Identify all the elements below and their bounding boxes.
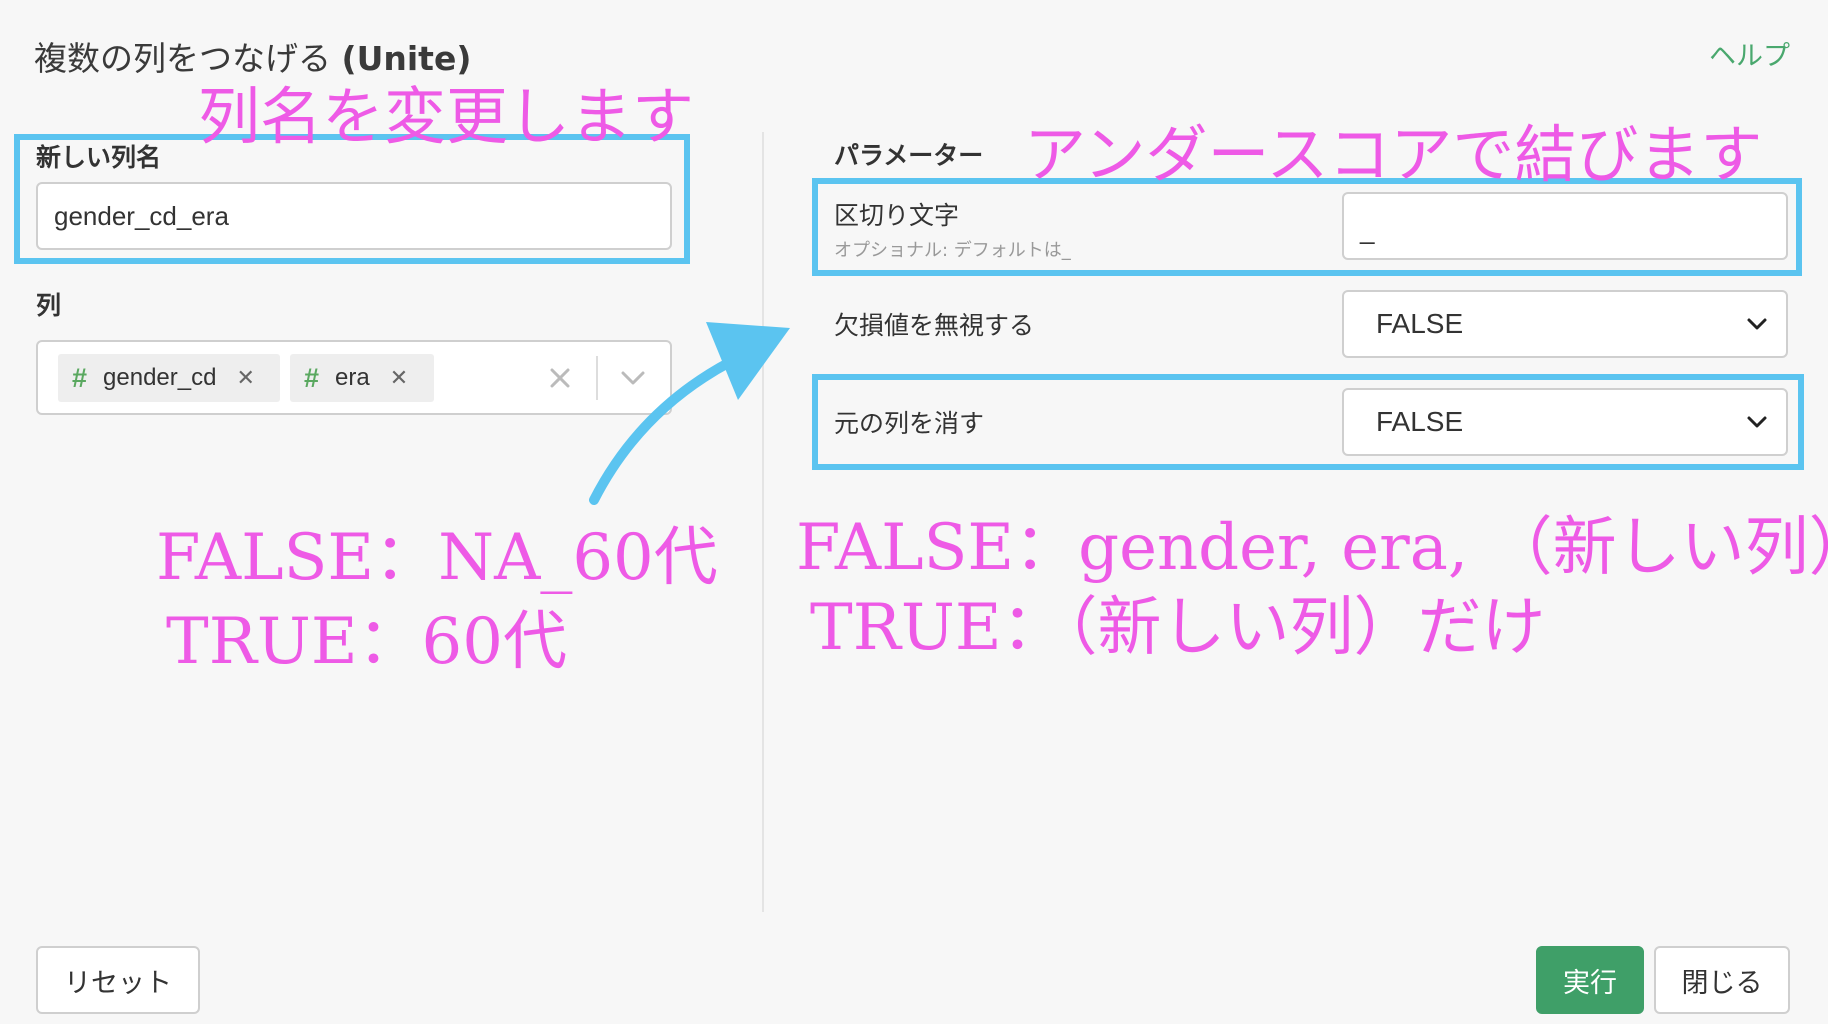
ignore-na-value: FALSE [1376,308,1464,339]
highlight-remove-original [812,374,1804,470]
columns-label: 列 [36,291,62,320]
ignore-na-label: 欠損値を無視する [834,311,1035,340]
columns-multiselect[interactable]: # gender_cd ✕ # era ✕ [36,340,672,415]
annotation-rename: 列名を変更します [198,80,695,153]
annotation-underscore: アンダースコアで結びます [1024,118,1763,191]
numeric-type-icon: # [72,362,88,393]
remove-tag-icon[interactable]: ✕ [236,365,254,391]
remove-tag-icon[interactable]: ✕ [390,365,408,391]
run-button[interactable]: 実行 [1536,946,1644,1014]
close-button[interactable]: 閉じる [1654,946,1790,1014]
column-tag-label: gender_cd [103,364,217,391]
panel-divider [762,132,764,912]
help-link[interactable]: ヘルプ [1709,34,1790,73]
clear-all-icon[interactable] [548,366,572,390]
ignore-na-select[interactable]: FALSE [1342,290,1788,358]
parameters-heading: パラメーター [834,141,984,170]
reset-button[interactable]: リセット [36,946,200,1014]
annotation-arrow-icon [589,322,790,505]
annotation-remove-true: TRUE：（新しい列）だけ [810,591,1546,665]
column-tag-era: # era ✕ [290,354,434,402]
annotation-na-false: FALSE：NA_60代 [156,521,718,595]
annotation-na-true: TRUE：60代 [166,605,567,679]
chevron-down-icon [1747,318,1767,330]
annotation-remove-false: FALSE：gender, era, （新しい列） [796,511,1828,585]
column-tag-label: era [335,364,370,391]
numeric-type-icon: # [304,362,320,393]
column-tag-gender-cd: # gender_cd ✕ [58,354,280,402]
